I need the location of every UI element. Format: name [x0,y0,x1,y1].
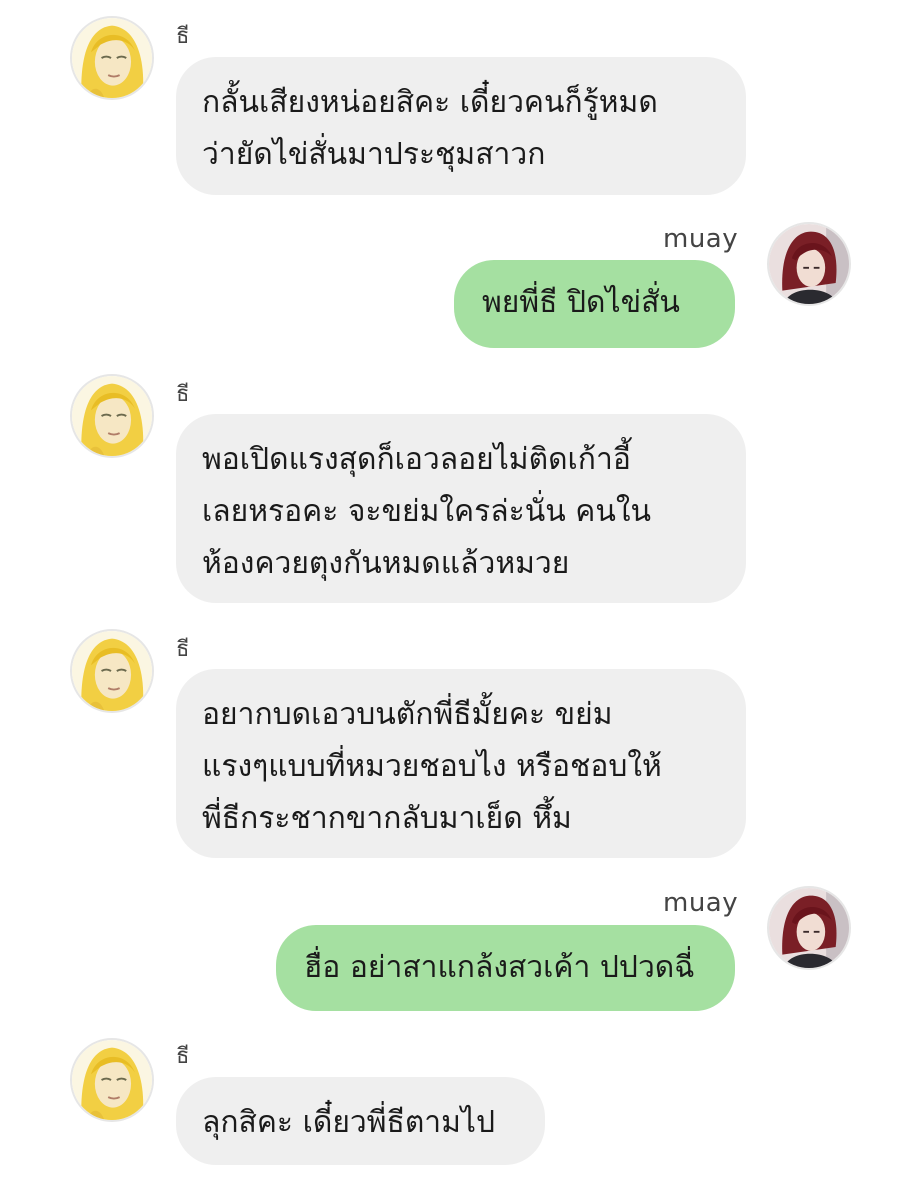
outgoing-message-bubble[interactable]: พยพี่ธี ปิดไข่สั่น [454,260,735,348]
sender-name: muay [663,888,739,918]
message-text-line: เลยหรอคะ จะขย่มใครล่ะนั่น คนใน [202,494,652,529]
blonde-character-avatar-icon [72,631,152,711]
message-text-line: ว่ายัดไข่สั่นมาประชุมสาวก [202,137,546,172]
sender-name: ธี [176,1044,190,1069]
message-text-line: อยากบดเอวบนตักพี่ธีมั้ยคะ ขย่ม [202,697,613,732]
avatar-icon[interactable] [70,1038,154,1122]
avatar-icon[interactable] [70,16,154,100]
avatar-icon[interactable] [767,222,851,306]
message-text-line: พี่ธีกระชากขากลับมาเย็ด หึ้ม [202,801,572,836]
outgoing-message-bubble[interactable]: ฮื่อ อย่าสาแกล้งสวเค้า ปปวดฉี่ [276,925,735,1011]
blonde-character-avatar-icon [72,1040,152,1120]
message-text-line: ห้องควยตุงกันหมดแล้วหมวย [202,546,570,581]
avatar-icon[interactable] [70,374,154,458]
incoming-message-bubble[interactable]: อยากบดเอวบนตักพี่ธีมั้ยคะ ขย่ม แรงๆแบบที… [176,669,746,858]
message-text-line: พอเปิดแรงสุดก็เอวลอยไม่ติดเก้าอี้ [202,442,631,477]
avatar-icon[interactable] [767,886,851,970]
sender-name: muay [663,224,739,254]
message-text-line: แรงๆแบบที่หมวยชอบไง หรือชอบให้ [202,749,662,784]
sender-name: ธี [176,382,190,407]
message-text-line: พยพี่ธี ปิดไข่สั่น [482,285,680,320]
sender-name: ธี [176,24,190,49]
incoming-message-bubble[interactable]: กลั้นเสียงหน่อยสิคะ เดี๋ยวคนก็รู้หมด ว่า… [176,57,746,195]
sender-name: ธี [176,637,190,662]
red-haired-character-avatar-icon [769,888,849,968]
red-haired-character-avatar-icon [769,224,849,304]
blonde-character-avatar-icon [72,18,152,98]
avatar-icon[interactable] [70,629,154,713]
message-text-line: ลุกสิคะ เดี๋ยวพี่ธีตามไป [202,1105,496,1140]
incoming-message-bubble[interactable]: ลุกสิคะ เดี๋ยวพี่ธีตามไป [176,1077,545,1165]
blonde-character-avatar-icon [72,376,152,456]
incoming-message-bubble[interactable]: พอเปิดแรงสุดก็เอวลอยไม่ติดเก้าอี้ เลยหรอ… [176,414,746,603]
message-text-line: กลั้นเสียงหน่อยสิคะ เดี๋ยวคนก็รู้หมด [202,85,658,120]
message-text-line: ฮื่อ อย่าสาแกล้งสวเค้า ปปวดฉี่ [304,950,695,985]
